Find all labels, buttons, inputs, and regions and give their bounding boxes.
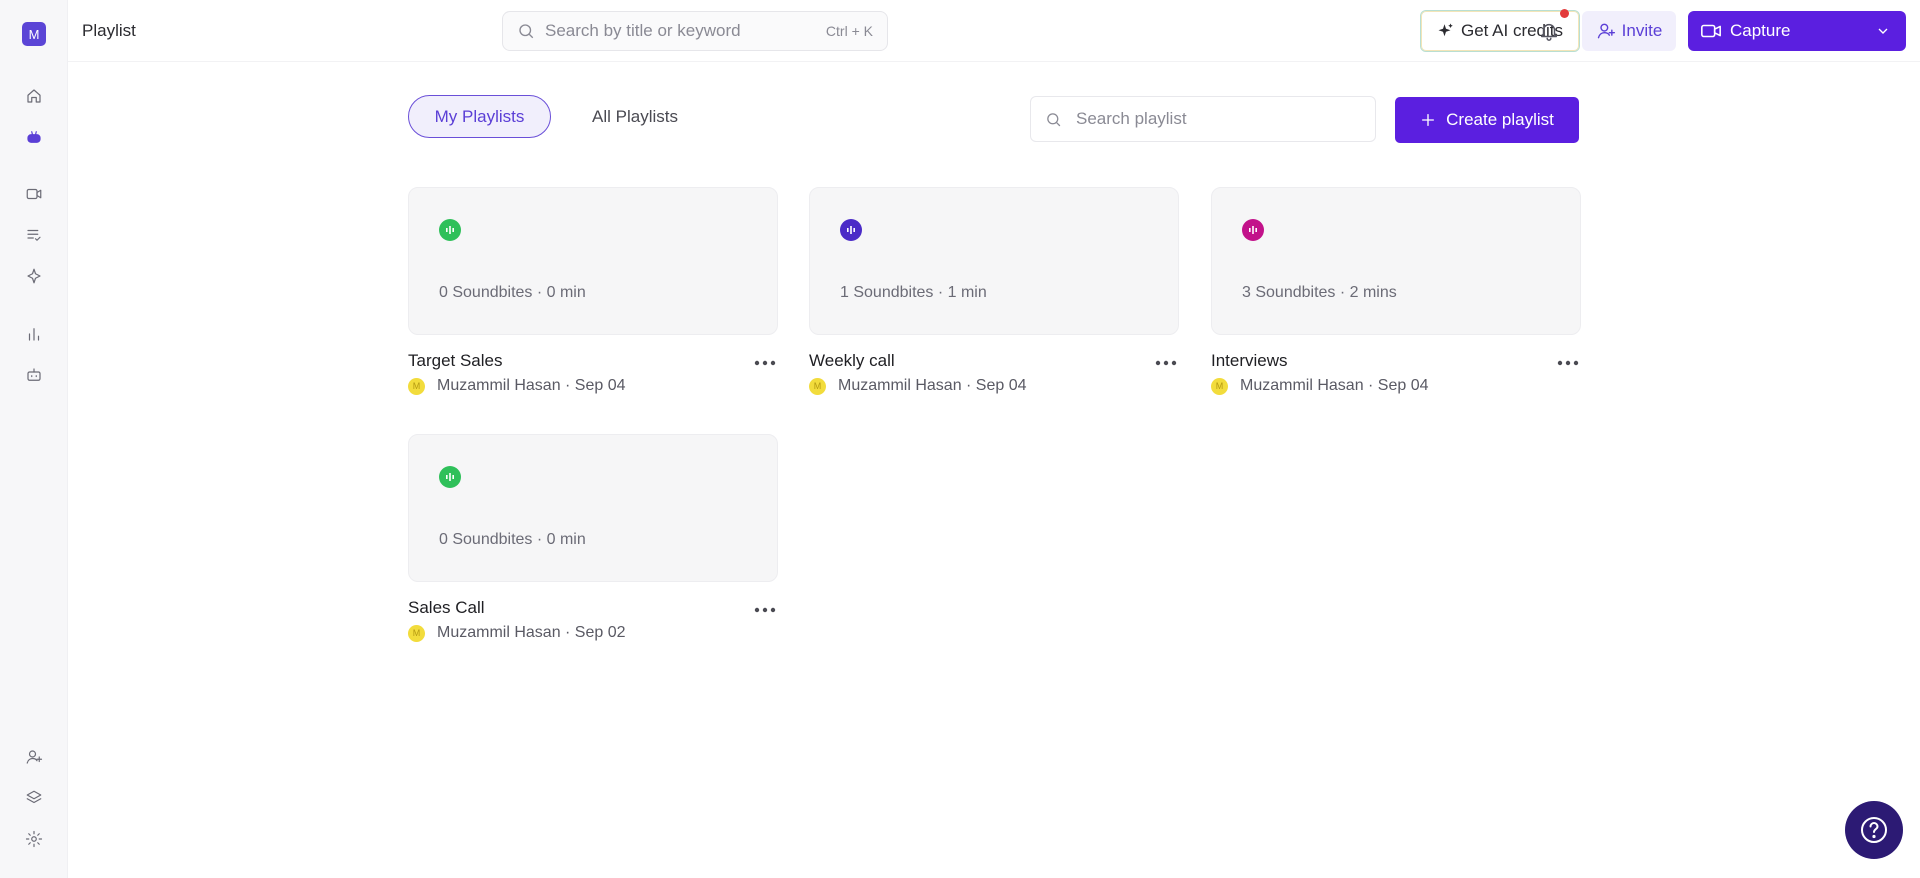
robot-icon[interactable] — [21, 362, 47, 388]
owner-date: Muzammil Hasan · Sep 04 — [437, 377, 626, 394]
owner-date: Muzammil Hasan · Sep 04 — [838, 377, 1027, 394]
search-icon — [519, 24, 534, 39]
playlist-title[interactable]: Sales Call — [408, 598, 485, 618]
more-options-icon[interactable] — [750, 353, 780, 373]
playlist-thumbnail[interactable]: 0 Soundbites · 0 min — [408, 187, 778, 335]
page-title: Playlist — [82, 21, 136, 40]
help-icon — [1861, 817, 1887, 843]
sidebar: M — [0, 0, 68, 878]
playlist-card[interactable]: 0 Soundbites · 0 min Sales Call M Muzamm… — [408, 434, 780, 642]
playlist-card[interactable]: 0 Soundbites · 0 min Target Sales M Muza… — [408, 187, 780, 395]
global-search-input[interactable] — [545, 21, 826, 41]
owner-date: Muzammil Hasan · Sep 02 — [437, 624, 626, 641]
playlist-owner: M Muzammil Hasan · Sep 04 — [809, 377, 1027, 395]
capture-button[interactable]: Capture — [1688, 11, 1906, 51]
avatar: M — [1211, 377, 1228, 395]
more-options-icon[interactable] — [1151, 353, 1181, 373]
playlist-stats: 3 Soundbites · 2 mins — [1242, 284, 1397, 301]
tab-all-playlists[interactable]: All Playlists — [566, 95, 704, 138]
playlist-card[interactable]: 1 Soundbites · 1 min Weekly call M Muzam… — [809, 187, 1181, 395]
notification-dot — [1560, 9, 1569, 18]
playlist-thumbnail[interactable]: 1 Soundbites · 1 min — [809, 187, 1179, 335]
playlist-owner: M Muzammil Hasan · Sep 02 — [408, 624, 626, 642]
video-icon[interactable] — [21, 181, 47, 207]
plus-icon — [1422, 114, 1435, 126]
capture-dropdown[interactable] — [1860, 11, 1906, 51]
invite-label: Invite — [1621, 21, 1663, 40]
playlist-stats: 0 Soundbites · 0 min — [439, 284, 586, 301]
create-playlist-button[interactable]: Create playlist — [1395, 97, 1579, 143]
playlist-thumbnail[interactable]: 3 Soundbites · 2 mins — [1211, 187, 1581, 335]
playlist-search[interactable] — [1030, 96, 1376, 142]
soundbite-icon — [439, 219, 461, 241]
chevron-down-icon — [1878, 28, 1888, 34]
home-icon[interactable] — [21, 83, 47, 109]
workspace-avatar[interactable]: M — [22, 22, 46, 46]
playlist-thumbnail[interactable]: 0 Soundbites · 0 min — [408, 434, 778, 582]
settings-icon[interactable] — [21, 826, 47, 852]
list-check-icon[interactable] — [21, 222, 47, 248]
playlist-stats: 1 Soundbites · 1 min — [840, 284, 987, 301]
add-user-icon[interactable] — [21, 744, 47, 770]
playlist-owner: M Muzammil Hasan · Sep 04 — [1211, 377, 1429, 395]
avatar: M — [408, 624, 425, 642]
add-user-icon — [1597, 23, 1615, 39]
global-search[interactable]: Ctrl + K — [502, 11, 888, 51]
sparkle-icon — [1438, 23, 1453, 37]
capture-label: Capture — [1730, 21, 1791, 40]
invite-button[interactable]: Invite — [1582, 11, 1676, 51]
sparkle-icon[interactable] — [21, 263, 47, 289]
owner-date: Muzammil Hasan · Sep 04 — [1240, 377, 1429, 394]
search-shortcut: Ctrl + K — [825, 23, 873, 39]
layers-icon[interactable] — [21, 785, 47, 811]
soundbite-icon — [1242, 219, 1264, 241]
search-icon — [1047, 112, 1061, 126]
soundbite-icon — [840, 219, 862, 241]
video-icon — [1701, 24, 1721, 38]
soundbite-icon — [439, 466, 461, 488]
playlist-title[interactable]: Target Sales — [408, 351, 503, 371]
chart-icon[interactable] — [21, 321, 47, 347]
more-options-icon[interactable] — [1553, 353, 1583, 373]
capture-main[interactable]: Capture — [1688, 11, 1860, 51]
more-options-icon[interactable] — [750, 600, 780, 620]
playlist-owner: M Muzammil Hasan · Sep 04 — [408, 377, 626, 395]
playlist-search-input[interactable] — [1076, 109, 1361, 129]
playlist-stats: 0 Soundbites · 0 min — [439, 531, 586, 548]
help-button[interactable] — [1845, 801, 1903, 859]
playlist-title[interactable]: Weekly call — [809, 351, 895, 371]
create-playlist-label: Create playlist — [1446, 110, 1554, 129]
playlist-title[interactable]: Interviews — [1211, 351, 1288, 371]
avatar: M — [809, 377, 826, 395]
tab-my-playlists[interactable]: My Playlists — [408, 95, 551, 138]
playlist-card[interactable]: 3 Soundbites · 2 mins Interviews M Muzam… — [1211, 187, 1583, 395]
bell-icon[interactable] — [1534, 16, 1564, 46]
avatar: M — [408, 377, 425, 395]
bot-icon[interactable] — [21, 124, 47, 150]
